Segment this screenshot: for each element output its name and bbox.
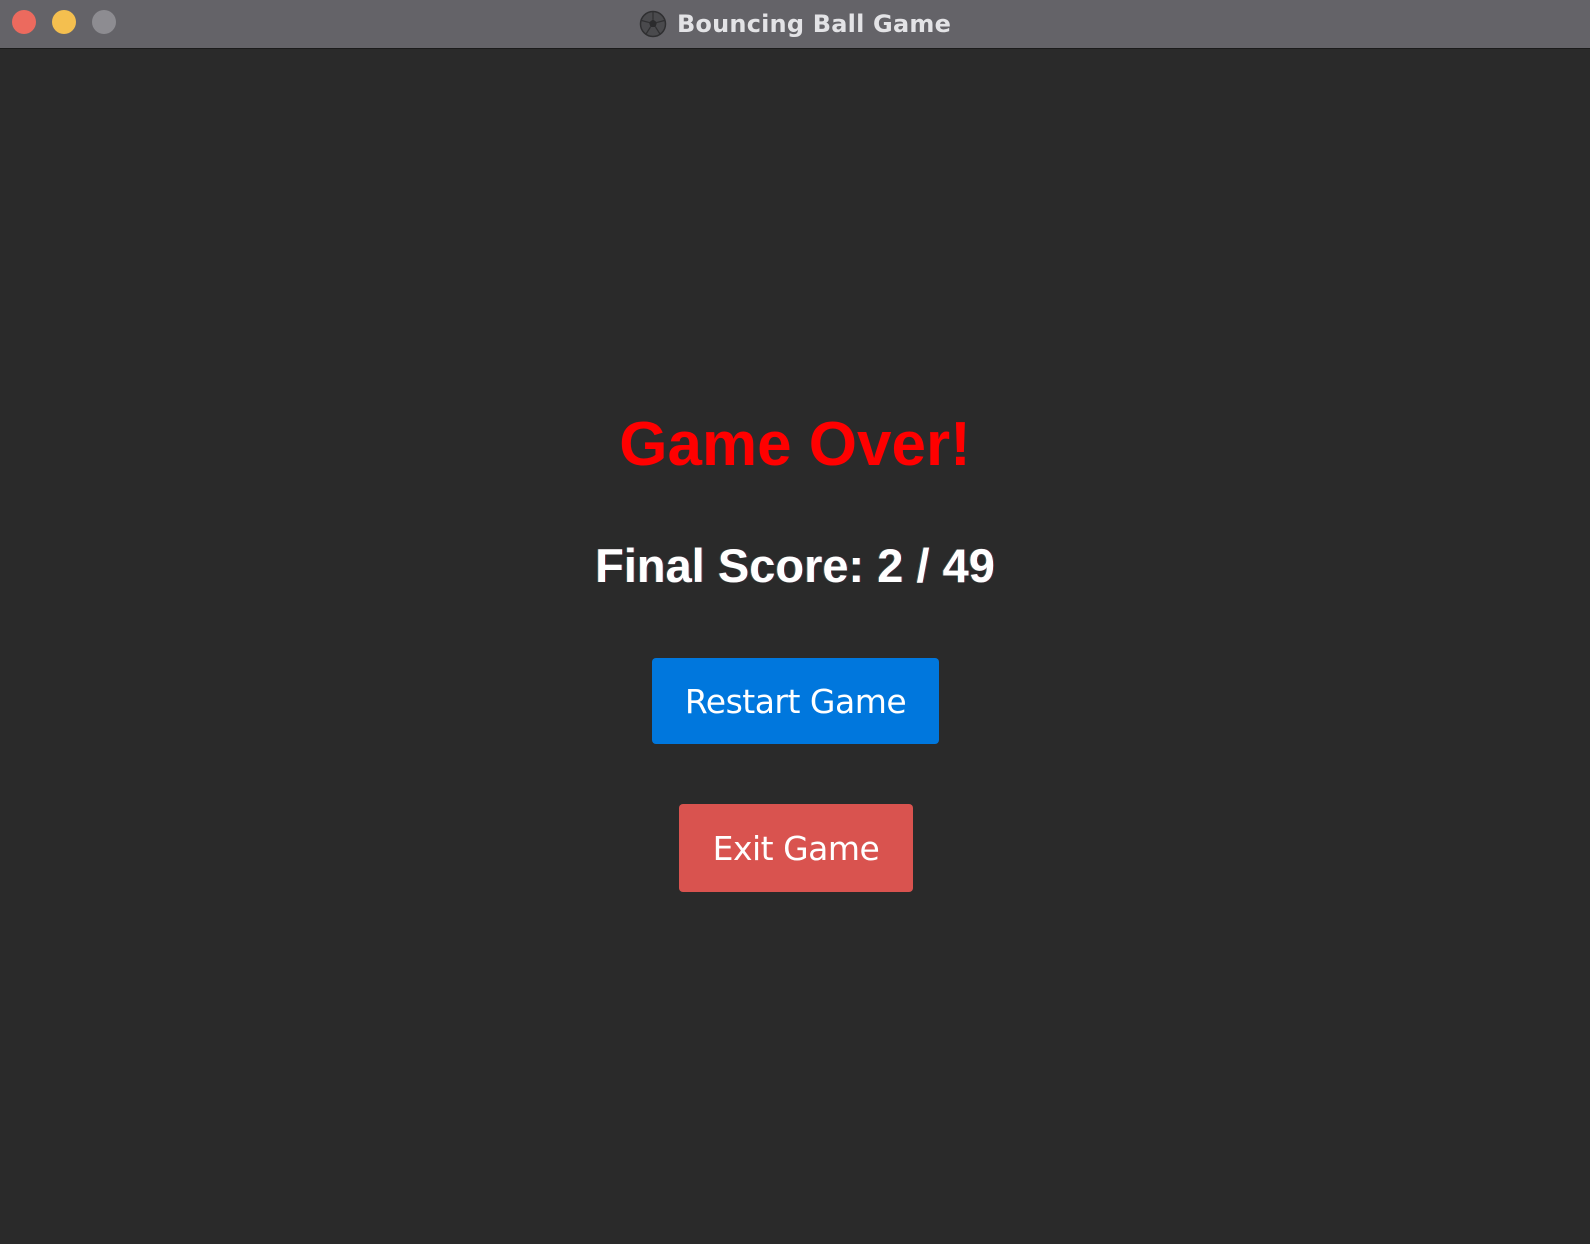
app-window: Bouncing Ball Game Game Over! Final Scor… bbox=[0, 0, 1590, 1244]
restart-game-button[interactable]: Restart Game bbox=[652, 658, 939, 744]
final-score: Final Score: 2 / 49 bbox=[0, 538, 1590, 593]
game-over-screen: Game Over! Final Score: 2 / 49 Restart G… bbox=[0, 49, 1590, 1244]
score-separator: / bbox=[916, 539, 930, 592]
window-title-group: Bouncing Ball Game bbox=[0, 0, 1590, 48]
score-value: 2 bbox=[877, 539, 904, 592]
soccer-ball-icon bbox=[639, 10, 667, 38]
score-total: 49 bbox=[942, 539, 995, 592]
exit-game-button[interactable]: Exit Game bbox=[679, 804, 913, 892]
window-title: Bouncing Ball Game bbox=[676, 10, 952, 38]
title-bar[interactable]: Bouncing Ball Game bbox=[0, 0, 1590, 49]
game-over-heading: Game Over! bbox=[619, 410, 971, 479]
score-label: Final Score: bbox=[595, 539, 865, 592]
